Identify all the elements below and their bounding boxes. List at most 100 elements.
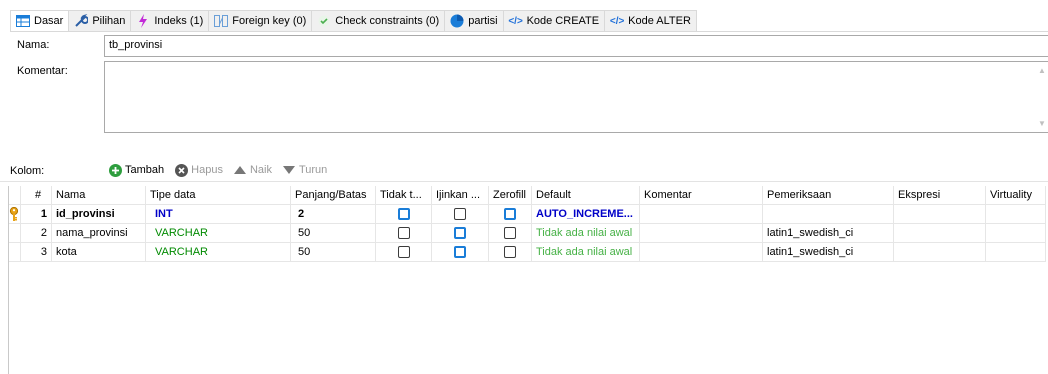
naik-label: Naik <box>249 164 272 176</box>
column-name[interactable]: id_provinsi <box>52 205 146 224</box>
plus-icon <box>108 163 122 177</box>
tab-check-constraints[interactable]: Check constraints (0) <box>312 10 446 32</box>
column-expression[interactable] <box>894 243 986 262</box>
hapus-label: Hapus <box>191 164 223 176</box>
unsigned-checkbox[interactable] <box>376 205 432 224</box>
tab-dasar[interactable]: Dasar <box>10 10 70 32</box>
lightning-icon <box>136 14 150 28</box>
tab-pilihan[interactable]: Pilihan <box>69 10 132 32</box>
komentar-label: Komentar: <box>17 65 68 77</box>
column-comment[interactable] <box>640 243 763 262</box>
arrow-up-icon <box>233 163 247 177</box>
allow-null-checkbox[interactable] <box>432 224 489 243</box>
header-ekspresi[interactable]: Ekspresi <box>894 186 986 205</box>
column-comment[interactable] <box>640 205 763 224</box>
checkbox-box <box>454 208 466 220</box>
tab-label: Pilihan <box>92 15 126 27</box>
column-name[interactable]: kota <box>52 243 146 262</box>
checkbox-box <box>454 227 466 239</box>
unsigned-checkbox[interactable] <box>376 224 432 243</box>
turun-button[interactable]: Turun <box>282 163 327 177</box>
columns-grid: # Nama Tipe data Panjang/Batas Tidak t..… <box>8 186 1048 374</box>
tambah-label: Tambah <box>125 164 165 176</box>
header-pemeriksaan[interactable]: Pemeriksaan <box>763 186 894 205</box>
header-panjang-batas[interactable]: Panjang/Batas <box>291 186 376 205</box>
tab-label: Foreign key (0) <box>232 15 307 27</box>
header-key <box>9 186 21 205</box>
check-icon <box>317 14 331 28</box>
column-collation[interactable]: latin1_swedish_ci <box>763 243 894 262</box>
tab-foreign-key[interactable]: Foreign key (0) <box>209 10 313 32</box>
wrench-icon <box>74 14 89 28</box>
column-length[interactable]: 50 <box>291 224 376 243</box>
column-type[interactable]: INT <box>146 205 291 224</box>
primary-key-icon <box>9 206 19 223</box>
column-virtuality[interactable] <box>986 243 1046 262</box>
checkbox-box <box>504 227 516 239</box>
pie-icon <box>450 14 464 28</box>
header-nama[interactable]: Nama <box>52 186 146 205</box>
allow-null-checkbox[interactable] <box>432 205 489 224</box>
zerofill-checkbox[interactable] <box>489 205 532 224</box>
tab-label: Indeks (1) <box>154 15 204 27</box>
naik-button[interactable]: Naik <box>233 163 272 177</box>
tab-indeks[interactable]: Indeks (1) <box>131 10 210 32</box>
tab-label: Kode CREATE <box>526 15 600 27</box>
kolom-label: Kolom: <box>10 165 45 177</box>
scroll-down-icon[interactable]: ▼ <box>1038 119 1046 128</box>
column-collation[interactable] <box>763 205 894 224</box>
checkbox-box <box>397 246 410 258</box>
column-length[interactable]: 50 <box>291 243 376 262</box>
hapus-button[interactable]: Hapus <box>174 163 223 177</box>
tab-partisi[interactable]: partisi <box>445 10 504 32</box>
column-comment[interactable] <box>640 224 763 243</box>
tab-divider <box>10 31 1048 32</box>
column-name[interactable]: nama_provinsi <box>52 224 146 243</box>
tab-label: Check constraints (0) <box>335 15 440 27</box>
tambah-button[interactable]: Tambah <box>108 163 164 177</box>
delete-icon <box>174 163 188 177</box>
column-length[interactable]: 2 <box>291 205 376 224</box>
column-default[interactable]: AUTO_INCREME... <box>532 205 640 224</box>
column-toolbar: Tambah Hapus Naik Turun <box>108 163 327 177</box>
code-icon: </> <box>609 15 625 27</box>
column-expression[interactable] <box>894 224 986 243</box>
header-tidak-bertanda[interactable]: Tidak t... <box>376 186 432 205</box>
table-row[interactable]: 1 id_provinsi INT 2 AUTO_INCREME... <box>9 205 1046 224</box>
tab-kode-create[interactable]: </> Kode CREATE <box>503 10 606 32</box>
komentar-textarea[interactable]: ▲ ▼ <box>104 61 1048 133</box>
checkbox-box <box>504 246 516 258</box>
header-number[interactable]: # <box>21 186 52 205</box>
column-virtuality[interactable] <box>986 205 1046 224</box>
grid-header: # Nama Tipe data Panjang/Batas Tidak t..… <box>9 186 1046 205</box>
column-type[interactable]: VARCHAR <box>146 243 291 262</box>
zerofill-checkbox[interactable] <box>489 224 532 243</box>
column-default[interactable]: Tidak ada nilai awal <box>532 243 640 262</box>
nama-input[interactable]: tb_provinsi <box>104 35 1048 57</box>
tab-kode-alter[interactable]: </> Kode ALTER <box>605 10 697 32</box>
column-default[interactable]: Tidak ada nilai awal <box>532 224 640 243</box>
table-row[interactable]: 3 kota VARCHAR 50 Tidak ada nilai awal l… <box>9 243 1046 262</box>
column-collation[interactable]: latin1_swedish_ci <box>763 224 894 243</box>
komentar-scrollbar[interactable]: ▲ ▼ <box>1035 62 1048 132</box>
checkbox-box <box>397 208 410 220</box>
header-zerofill[interactable]: Zerofill <box>489 186 532 205</box>
key-cell <box>9 243 21 262</box>
header-ijinkan-null[interactable]: Ijinkan ... <box>432 186 489 205</box>
nama-label: Nama: <box>17 39 50 51</box>
column-type[interactable]: VARCHAR <box>146 224 291 243</box>
checkbox-box <box>397 227 410 239</box>
allow-null-checkbox[interactable] <box>432 243 489 262</box>
zerofill-checkbox[interactable] <box>489 243 532 262</box>
header-default[interactable]: Default <box>532 186 640 205</box>
header-komentar[interactable]: Komentar <box>640 186 763 205</box>
header-virtuality[interactable]: Virtuality <box>986 186 1046 205</box>
unsigned-checkbox[interactable] <box>376 243 432 262</box>
column-expression[interactable] <box>894 205 986 224</box>
column-virtuality[interactable] <box>986 224 1046 243</box>
key-cell <box>9 224 21 243</box>
scroll-up-icon[interactable]: ▲ <box>1038 66 1046 75</box>
header-tipe-data[interactable]: Tipe data <box>146 186 291 205</box>
table-row[interactable]: 2 nama_provinsi VARCHAR 50 Tidak ada nil… <box>9 224 1046 243</box>
tab-label: Dasar <box>34 15 64 27</box>
